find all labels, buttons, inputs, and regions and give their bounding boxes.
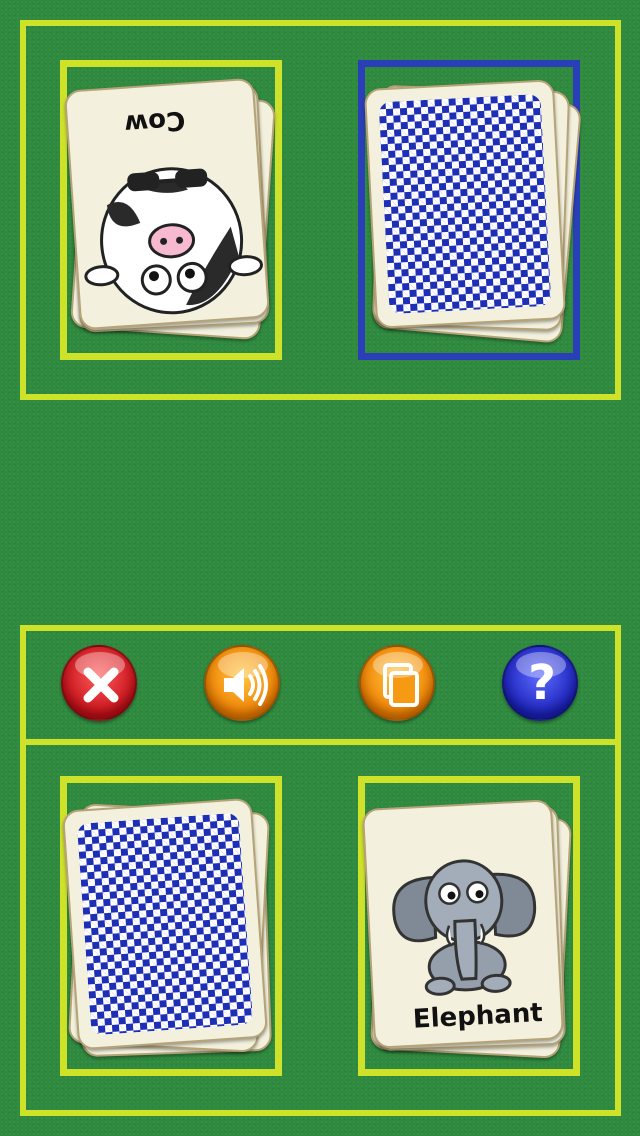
card-back-pattern xyxy=(76,812,254,1036)
help-button[interactable]: ? xyxy=(502,645,578,721)
close-icon xyxy=(83,667,119,703)
cow-card[interactable]: Cow xyxy=(63,77,271,331)
elephant-card[interactable]: Elephant xyxy=(361,799,565,1049)
top-card-back[interactable] xyxy=(363,79,567,329)
bottom-card-back[interactable] xyxy=(61,797,269,1051)
close-button[interactable] xyxy=(61,645,137,721)
sound-button[interactable] xyxy=(204,645,280,721)
question-icon: ? xyxy=(528,655,556,711)
bottom-draw-pile[interactable] xyxy=(61,797,278,1060)
elephant-card-stack[interactable]: Elephant xyxy=(361,799,576,1060)
card-back-pattern xyxy=(378,93,552,315)
speaker-icon xyxy=(224,664,268,706)
cards-icon xyxy=(383,663,419,707)
cards-button[interactable] xyxy=(359,645,435,721)
cow-illustration xyxy=(84,167,263,315)
top-draw-pile[interactable] xyxy=(363,79,583,344)
cow-card-stack[interactable]: Cow xyxy=(63,77,280,341)
